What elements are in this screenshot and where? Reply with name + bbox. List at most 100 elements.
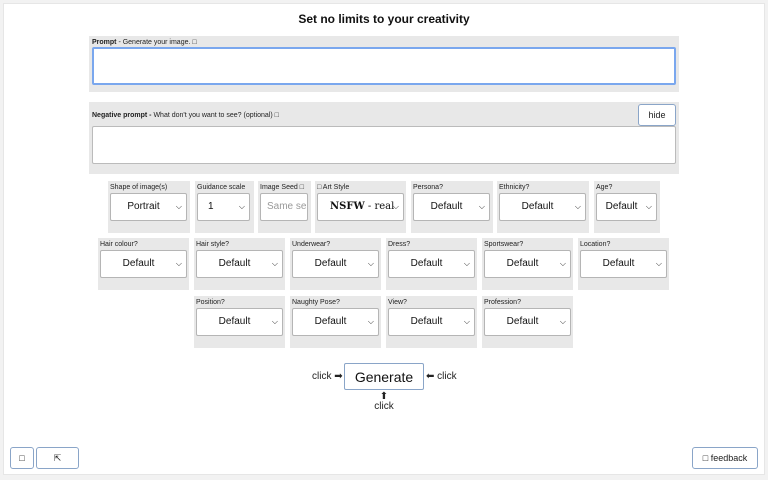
dress-label: Dress? [388, 241, 411, 248]
position-select[interactable]: Default ⌵ [196, 308, 283, 336]
generate-area: click ➡ Generate ⬅ click ⬆ click [0, 360, 768, 420]
prompt-label-bold: Prompt [92, 39, 117, 46]
art-style-option: □ Art Style NSFW - real ⌵ [315, 181, 406, 233]
scroll-top-button[interactable]: ⇱ [36, 447, 79, 469]
arrow-top-left-icon: ⇱ [53, 452, 62, 463]
art-style-value: - real [364, 201, 395, 212]
generate-button[interactable]: Generate [344, 363, 424, 390]
menu-button[interactable]: □ [10, 447, 34, 469]
chevron-down-icon: ⌵ [478, 202, 485, 211]
underwear-label: Underwear? [292, 241, 331, 248]
negative-prompt-panel: Negative prompt - What don't you want to… [89, 102, 679, 174]
view-value: Default [410, 316, 443, 327]
menu-icon: □ [19, 453, 25, 463]
sportswear-value: Default [506, 258, 539, 269]
hair-colour-label: Hair colour? [100, 241, 138, 248]
shape-select[interactable]: Portrait ⌵ [110, 193, 187, 221]
naughty-pose-label: Naughty Pose? [292, 299, 340, 306]
guidance-option: Guidance scale 1 ⌵ [195, 181, 254, 233]
seed-option: Image Seed □ Same se [258, 181, 311, 233]
hide-button[interactable]: hide [638, 104, 676, 126]
hair-style-value: Default [218, 258, 251, 269]
profession-select[interactable]: Default ⌵ [484, 308, 571, 336]
underwear-value: Default [314, 258, 347, 269]
chevron-down-icon: ⌵ [367, 317, 374, 326]
position-label: Position? [196, 299, 225, 306]
click-hint-left: click ➡ [312, 371, 343, 382]
sportswear-label: Sportswear? [484, 241, 524, 248]
position-value: Default [218, 316, 251, 327]
persona-label: Persona? [413, 184, 443, 191]
chevron-down-icon: ⌵ [175, 259, 182, 268]
profession-label: Profession? [484, 299, 521, 306]
persona-option: Persona? Default ⌵ [411, 181, 493, 233]
ethnicity-value: Default [521, 201, 554, 212]
sportswear-option: Sportswear? Default ⌵ [482, 238, 573, 290]
view-label: View? [388, 299, 407, 306]
age-select[interactable]: Default ⌵ [596, 193, 657, 221]
chevron-down-icon: ⌵ [574, 202, 581, 211]
negative-prompt-label: Negative prompt - What don't you want to… [92, 112, 279, 119]
negative-prompt-label-text: What don't you want to see? (optional) [153, 112, 275, 119]
chevron-down-icon: ⌵ [367, 259, 374, 268]
shape-option: Shape of image(s) Portrait ⌵ [108, 181, 190, 233]
feedback-label: feedback [708, 453, 748, 463]
negative-prompt-label-bold: Negative prompt - [92, 112, 154, 119]
underwear-option: Underwear? Default ⌵ [290, 238, 381, 290]
hair-colour-select[interactable]: Default ⌵ [100, 250, 187, 278]
guidance-value: 1 [208, 201, 214, 212]
guidance-select[interactable]: 1 ⌵ [197, 193, 250, 221]
chevron-down-icon: ⌵ [655, 259, 662, 268]
page-title: Set no limits to your creativity [298, 12, 470, 26]
naughty-pose-option: Naughty Pose? Default ⌵ [290, 296, 381, 348]
view-select[interactable]: Default ⌵ [388, 308, 475, 336]
persona-select[interactable]: Default ⌵ [413, 193, 490, 221]
feedback-button[interactable]: □ feedback [692, 447, 758, 469]
ethnicity-label: Ethnicity? [499, 184, 530, 191]
chevron-down-icon: ⌵ [559, 317, 566, 326]
age-value: Default [605, 201, 638, 212]
chevron-down-icon: ⌵ [463, 317, 470, 326]
hair-style-label: Hair style? [196, 241, 230, 248]
click-hint-right: ⬅ click [426, 371, 457, 382]
art-style-value-bold: NSFW [330, 201, 365, 212]
dress-value: Default [410, 258, 443, 269]
prompt-label: Prompt - Generate your image. □ [92, 39, 197, 46]
chevron-down-icon: ⌵ [271, 259, 278, 268]
naughty-pose-value: Default [314, 316, 347, 327]
seed-input[interactable]: Same se [260, 193, 308, 221]
hair-colour-option: Hair colour? Default ⌵ [98, 238, 189, 290]
location-value: Default [602, 258, 635, 269]
chevron-down-icon: ⌵ [463, 259, 470, 268]
ethnicity-select[interactable]: Default ⌵ [499, 193, 586, 221]
prompt-label-text: - Generate your image. [116, 39, 193, 46]
info-icon[interactable]: □ [192, 39, 196, 46]
click-hint-below-text: click [374, 401, 394, 412]
view-option: View? Default ⌵ [386, 296, 477, 348]
chevron-down-icon: ⌵ [238, 202, 245, 211]
guidance-label: Guidance scale [197, 184, 246, 191]
prompt-input[interactable] [92, 47, 676, 85]
chevron-down-icon: ⌵ [559, 259, 566, 268]
dress-select[interactable]: Default ⌵ [388, 250, 475, 278]
shape-value: Portrait [127, 201, 160, 212]
location-select[interactable]: Default ⌵ [580, 250, 667, 278]
position-option: Position? Default ⌵ [194, 296, 285, 348]
chevron-down-icon: ⌵ [175, 202, 182, 211]
sportswear-select[interactable]: Default ⌵ [484, 250, 571, 278]
hair-colour-value: Default [122, 258, 155, 269]
info-icon[interactable]: □ [275, 112, 279, 119]
art-style-select[interactable]: NSFW - real ⌵ [317, 193, 404, 221]
chevron-down-icon: ⌵ [392, 202, 399, 211]
hair-style-option: Hair style? Default ⌵ [194, 238, 285, 290]
age-option: Age? Default ⌵ [594, 181, 660, 233]
chevron-down-icon: ⌵ [645, 202, 652, 211]
profession-option: Profession? Default ⌵ [482, 296, 573, 348]
age-label: Age? [596, 184, 613, 191]
underwear-select[interactable]: Default ⌵ [292, 250, 379, 278]
location-option: Location? Default ⌵ [578, 238, 669, 290]
hair-style-select[interactable]: Default ⌵ [196, 250, 283, 278]
location-label: Location? [580, 241, 611, 248]
negative-prompt-input[interactable] [92, 126, 676, 164]
naughty-pose-select[interactable]: Default ⌵ [292, 308, 379, 336]
